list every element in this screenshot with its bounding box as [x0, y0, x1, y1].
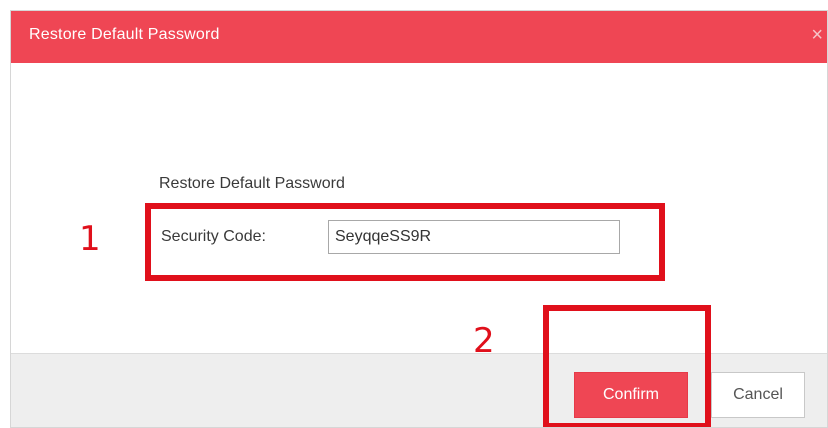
security-code-input[interactable]	[328, 220, 620, 254]
annotation-step-1: 1	[79, 219, 101, 259]
restore-password-dialog: Restore Default Password × Restore Defau…	[10, 10, 828, 428]
section-heading: Restore Default Password	[159, 175, 345, 192]
cancel-button[interactable]: Cancel	[711, 372, 805, 418]
dialog-title: Restore Default Password	[29, 26, 220, 43]
security-code-label: Security Code:	[161, 228, 266, 245]
annotation-highlight-confirm	[543, 305, 711, 427]
dialog-titlebar: Restore Default Password ×	[11, 11, 827, 63]
annotation-step-2: 2	[473, 321, 495, 361]
close-icon[interactable]: ×	[811, 25, 823, 45]
